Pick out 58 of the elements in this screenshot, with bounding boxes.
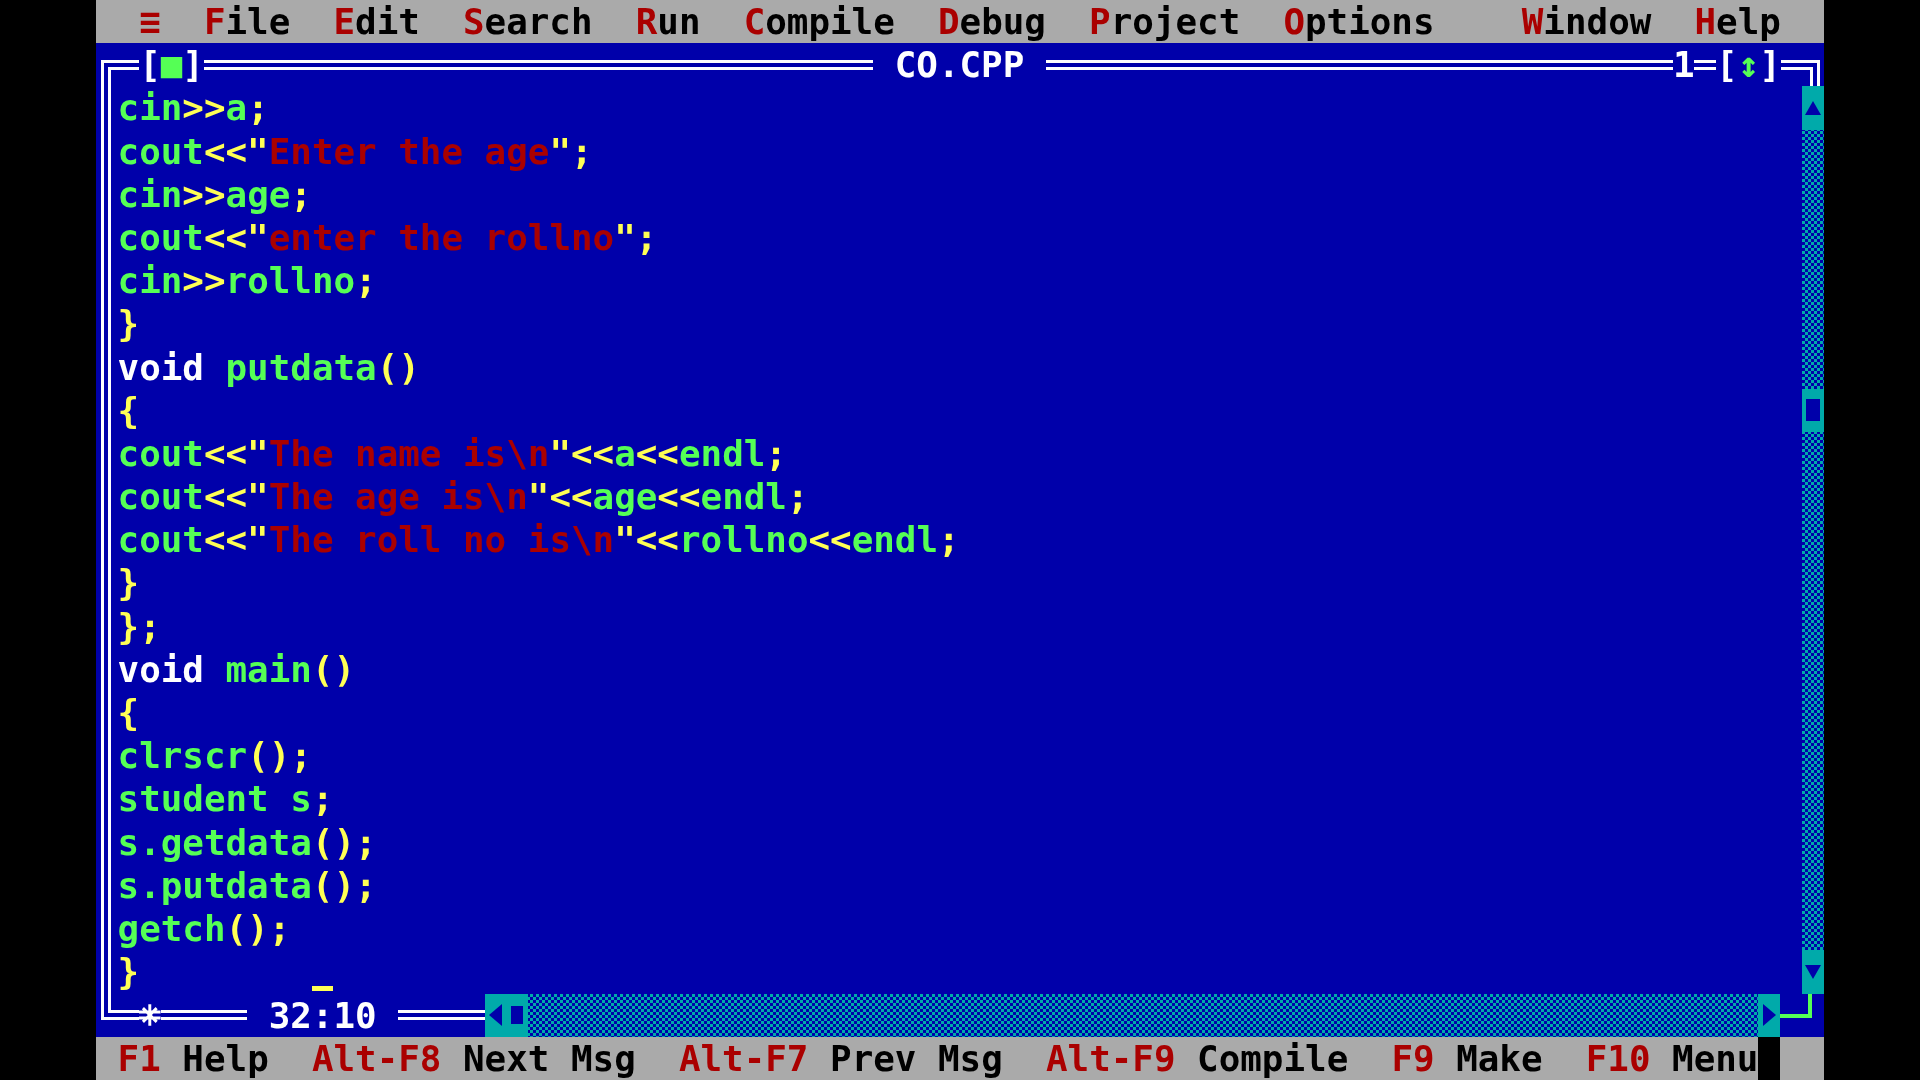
square-icon: [510, 1006, 523, 1025]
code-line: clrscr();: [117, 734, 312, 778]
menu-item[interactable]: Options: [1261, 0, 1457, 44]
status-hotkey[interactable]: F10 Menu: [1585, 1036, 1759, 1080]
code-line: cin>>a;: [117, 86, 269, 130]
menu-item[interactable]: Project: [1067, 0, 1262, 44]
resize-corner-icon[interactable]: [1779, 993, 1812, 1018]
code-line: void main(): [117, 647, 356, 691]
code-line: s.getdata();: [117, 820, 377, 864]
status-hotkey[interactable]: F9 Make: [1391, 1036, 1543, 1080]
code-line: getch();: [117, 906, 291, 951]
code-line: cout<<"enter the rollno";: [117, 215, 658, 260]
window-number: 1: [1672, 43, 1695, 87]
code-line: student s;: [117, 777, 334, 821]
code-line: cout<<"The name is\n"<<a<<endl;: [117, 431, 787, 476]
code-line: }: [117, 561, 140, 605]
code-line: cout<<"The age is\n"<<age<<endl;: [117, 475, 809, 519]
status-hotkey[interactable]: Alt-F9 Compile: [1045, 1036, 1349, 1080]
scroll-right-button[interactable]: [1758, 993, 1780, 1037]
menu-item[interactable]: Compile: [722, 0, 917, 44]
code-line: s.putdata();: [117, 863, 377, 907]
menu-item[interactable]: Debug: [916, 0, 1068, 44]
code-line: cin>>rollno;: [117, 259, 377, 303]
status-hotkey[interactable]: Alt-F8 Next Msg: [311, 1036, 636, 1080]
window-title: CO.CPP: [893, 43, 1026, 87]
asterisk-icon: [139, 1004, 161, 1027]
code-line: {: [117, 691, 140, 735]
code-line: cout<<"The roll no is\n"<<rollno<<endl;: [117, 518, 960, 562]
scroll-up-button[interactable]: [1802, 86, 1824, 130]
cursor-position: 32:10: [267, 993, 378, 1037]
scroll-down-button[interactable]: [1802, 950, 1824, 994]
code-line: {: [117, 388, 140, 432]
menu-item[interactable]: Help: [1672, 0, 1803, 44]
code-line: cout<<"Enter the age";: [117, 129, 593, 173]
scroll-left-button[interactable]: [484, 993, 507, 1037]
menu-item[interactable]: Edit: [311, 0, 442, 44]
code-line: void putdata(): [117, 345, 420, 389]
code-line: };: [117, 604, 161, 648]
code-line: cin>>age;: [117, 172, 312, 216]
scroll-thumb[interactable]: [506, 993, 528, 1037]
left-arrow-icon: [488, 1004, 502, 1027]
code-line: }: [117, 302, 140, 346]
mouse-cursor-icon: [1758, 1036, 1780, 1080]
down-arrow-icon: [1805, 964, 1822, 979]
code-line: }: [117, 950, 140, 994]
menu-item[interactable]: Run: [614, 0, 723, 44]
square-icon: [1806, 399, 1821, 422]
close-button[interactable]: [■]: [139, 43, 204, 87]
text-cursor: [311, 986, 334, 992]
menu-item[interactable]: Window: [1500, 0, 1673, 44]
menu-item[interactable]: Search: [441, 0, 615, 44]
scroll-thumb[interactable]: [1802, 388, 1824, 432]
zoom-button[interactable]: [↕]: [1716, 43, 1781, 87]
status-hotkey[interactable]: F1 Help: [117, 1036, 269, 1080]
right-arrow-icon: [1762, 1004, 1776, 1027]
menu-item[interactable]: File: [182, 0, 312, 44]
up-arrow-icon: [1805, 100, 1822, 115]
status-hotkey[interactable]: Alt-F7 Prev Msg: [678, 1036, 1003, 1080]
